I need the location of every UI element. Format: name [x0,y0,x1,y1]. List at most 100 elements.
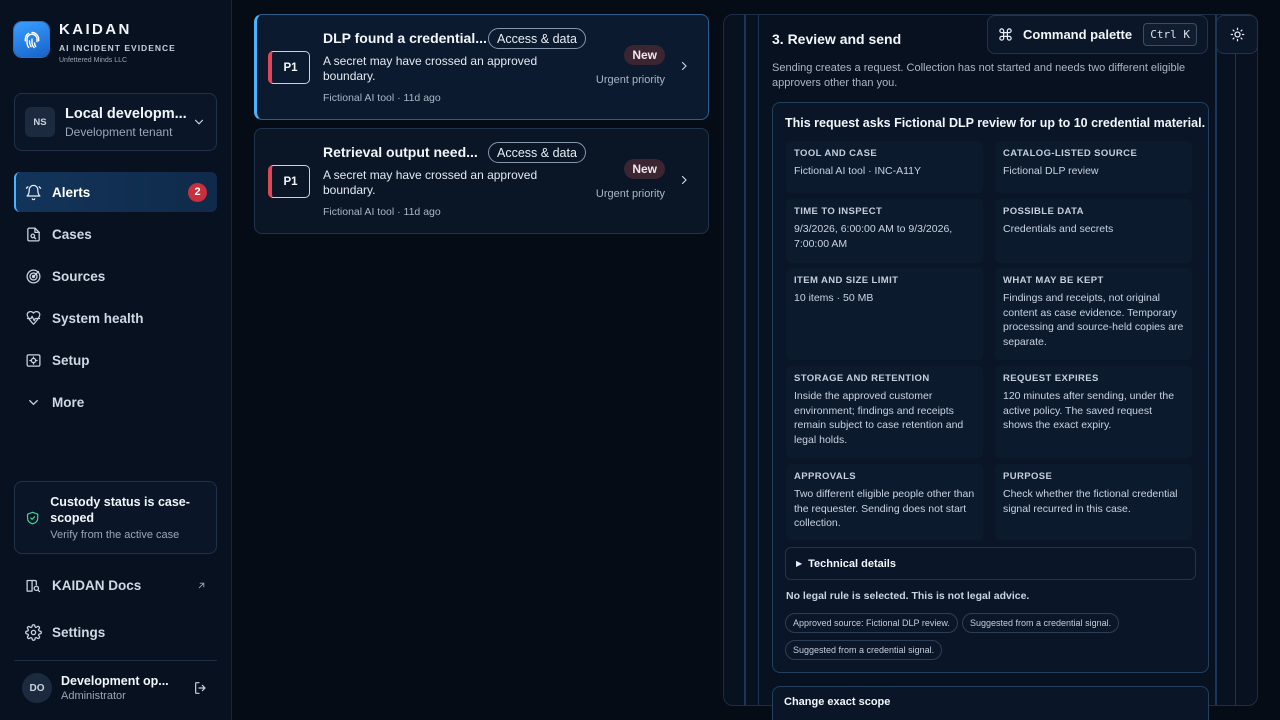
field-label: Item and size limit [794,275,899,286]
user-role: Administrator [61,690,126,702]
chevron-right-icon [681,61,687,71]
brand-subtitle: AI INCIDENT EVIDENCE [59,43,176,53]
keyboard-shortcut: Ctrl K [1143,23,1197,46]
docs-link[interactable]: KAIDAN Docs [14,567,217,603]
avatar: DO [22,673,52,703]
field-value: 10 items · 50 MB [794,292,874,304]
field-value: Inside the approved customer environment… [794,390,964,446]
chevron-right-icon [681,175,687,185]
tenant-avatar: NS [25,107,55,137]
tenant-description: Development tenant [65,124,173,139]
field-time-to-inspect: Time to inspect 9/3/2026, 6:00:00 AM to … [786,199,983,263]
source-chip: Suggested from a credential signal. [785,640,943,660]
field-value: Check whether the fictional credential s… [1003,488,1178,515]
field-value: Fictional DLP review [1003,165,1099,177]
nav-label: Sources [52,268,106,284]
nav-item-cases[interactable]: Cases [14,214,217,254]
field-value: Fictional AI tool · INC-A11Y [794,165,922,177]
shield-check-icon [26,511,39,524]
priority-badge: P1 [268,165,310,198]
custody-title: Custody status is case-scoped [50,495,190,525]
change-scope-section[interactable]: Change exact scope [772,686,1209,720]
request-heading: This request asks Fictional DLP review f… [785,116,1206,130]
field-label: Tool and case [794,148,878,159]
brand-org: Unfettered Minds LLC [59,57,128,64]
document-search-icon [24,225,42,243]
nav-item-more[interactable]: More [14,382,217,422]
status-badge: New [624,159,665,179]
field-label: Catalog-listed source [1003,148,1138,159]
field-label: Time to inspect [794,206,883,217]
chevron-down-icon [194,119,204,125]
external-link-icon [198,582,205,588]
bell-icon [24,183,42,201]
command-palette-button[interactable]: Command palette Ctrl K [987,15,1208,54]
nav-label: Alerts [52,184,91,200]
custody-status-card: Custody status is case-scoped Verify fro… [14,481,217,554]
status-badge: New [624,45,665,65]
field-approvals: Approvals Two different eligible people … [786,464,983,540]
field-tool-and-case: Tool and case Fictional AI tool · INC-A1… [786,141,983,193]
field-request-expires: Request expires 120 minutes after sendin… [995,366,1192,458]
nav-item-setup[interactable]: Setup [14,340,217,380]
settings-label: Settings [52,624,106,640]
sidebar-divider [14,660,217,661]
chevron-down-icon [24,393,42,411]
field-label: Request expires [1003,373,1099,384]
review-description: Sending creates a request. Collection ha… [772,62,1186,89]
disclosure-triangle-icon: ▶ [796,559,803,568]
panel-rail [744,15,746,705]
setup-icon [24,351,42,369]
source-chip: Suggested from a credential signal. [962,613,1120,633]
brand-name: KAIDAN [59,21,132,38]
technical-details-toggle[interactable]: ▶ Technical details [785,547,1196,580]
alert-description: A secret may have crossed an approved bo… [323,54,538,83]
theme-toggle-button[interactable] [1216,15,1258,54]
field-label: Purpose [1003,471,1053,482]
nav-item-system-health[interactable]: System health [14,298,217,338]
book-icon [24,576,42,594]
field-catalog-source: Catalog-listed source Fictional DLP revi… [995,141,1192,193]
command-palette-label: Command palette [1023,27,1133,42]
logout-icon[interactable] [193,680,209,696]
tenant-switcher[interactable]: NS Local developm... Development tenant [14,93,217,151]
category-pill: Access & data [488,142,586,163]
sun-icon [1230,27,1244,42]
field-purpose: Purpose Check whether the fictional cred… [995,464,1192,540]
target-icon [24,267,42,285]
sidebar: KAIDAN AI INCIDENT EVIDENCE Unfettered M… [0,0,232,720]
field-what-may-be-kept: What may be kept Findings and receipts, … [995,268,1192,360]
fingerprint-icon [14,22,49,57]
field-label: Possible data [1003,206,1084,217]
gear-icon [24,623,42,641]
settings-link[interactable]: Settings [14,614,217,650]
user-name: Development op... [61,674,169,688]
brand[interactable]: KAIDAN AI INCIDENT EVIDENCE Unfettered M… [14,22,176,64]
alert-card[interactable]: P1 DLP found a credential... Access & da… [254,14,709,120]
field-value: Credentials and secrets [1003,223,1114,235]
urgency-label: Urgent priority [595,188,665,200]
panel-scrollbar[interactable] [1235,15,1236,705]
field-storage-retention: Storage and retention Inside the approve… [786,366,983,458]
nav-label: More [52,394,85,410]
change-scope-label: Change exact scope [784,696,891,708]
nav-item-sources[interactable]: Sources [14,256,217,296]
field-possible-data: Possible data Credentials and secrets [995,199,1192,263]
user-profile: DO Development op... Administrator [14,668,217,708]
urgency-label: Urgent priority [595,74,665,86]
nav-item-alerts[interactable]: Alerts 2 [14,172,217,212]
review-step-title: 3. Review and send [772,31,902,47]
panel-rail [1215,15,1217,705]
field-label: Approvals [794,471,857,482]
alert-meta: Fictional AI tool · 11d ago [323,206,441,218]
alert-meta: Fictional AI tool · 11d ago [323,92,441,104]
source-chip: Approved source: Fictional DLP review. [785,613,958,633]
heart-pulse-icon [24,309,42,327]
field-value: Two different eligible people other than… [794,488,975,529]
legal-note: No legal rule is selected. This is not l… [786,590,1030,602]
field-label: Storage and retention [794,373,930,384]
alert-card[interactable]: P1 Retrieval output need... Access & dat… [254,128,709,234]
alert-title: Retrieval output need... [323,144,478,160]
command-icon [999,28,1012,41]
field-value: 120 minutes after sending, under the act… [1003,390,1175,431]
